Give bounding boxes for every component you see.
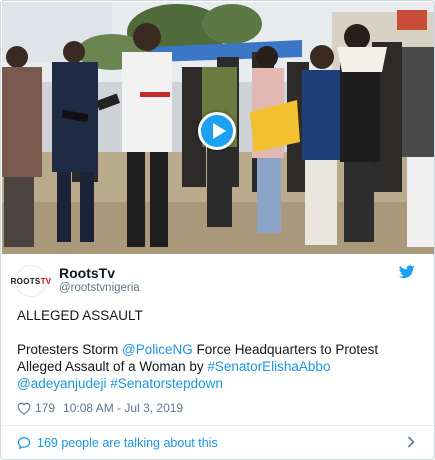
tweet-timestamp[interactable]: 10:08 AM - Jul 3, 2019 <box>63 401 183 415</box>
mention-adeyanjudeji[interactable]: @adeyanjudeji <box>17 376 107 391</box>
divider <box>2 425 434 426</box>
video-thumbnail[interactable] <box>2 2 434 254</box>
reply-icon <box>17 437 31 450</box>
conversation-label: 169 people are talking about this <box>37 436 218 450</box>
play-icon <box>213 123 226 139</box>
tweet-body-prefix: Protesters Storm <box>17 342 123 357</box>
avatar-logo-accent: TV <box>40 276 52 286</box>
author-display-name[interactable]: RootsTv <box>59 265 115 281</box>
tweet-card: ROOTS TV RootsTv @rootstvnigeria ALLEGED … <box>0 0 435 460</box>
tweet-text: ALLEGED ASSAULT Protesters Storm @Police… <box>17 307 417 409</box>
avatar[interactable]: ROOTS TV <box>11 265 51 297</box>
heart-icon[interactable] <box>17 402 31 415</box>
twitter-bird-icon[interactable] <box>399 265 415 279</box>
chevron-right-icon[interactable] <box>407 436 415 448</box>
tweet-meta: 179 10:08 AM - Jul 3, 2019 <box>17 400 183 416</box>
avatar-logo-text: ROOTS <box>10 276 41 286</box>
tweet-header: ROOTS TV RootsTv @rootstvnigeria <box>11 263 421 297</box>
author-handle[interactable]: @rootstvnigeria <box>59 282 140 294</box>
mention-policeng[interactable]: @PoliceNG <box>122 342 193 357</box>
hashtag-senatorstepdown[interactable]: #Senatorstepdown <box>110 376 223 391</box>
like-count[interactable]: 179 <box>35 401 55 415</box>
hashtag-senatorelishaabbo[interactable]: #SenatorElishaAbbo <box>207 359 330 374</box>
tweet-heading: ALLEGED ASSAULT <box>17 308 143 323</box>
play-button[interactable] <box>198 112 236 150</box>
tweet-body: Protesters Storm @PoliceNG Force Headqua… <box>17 341 417 392</box>
conversation-link[interactable]: 169 people are talking about this <box>17 434 419 452</box>
